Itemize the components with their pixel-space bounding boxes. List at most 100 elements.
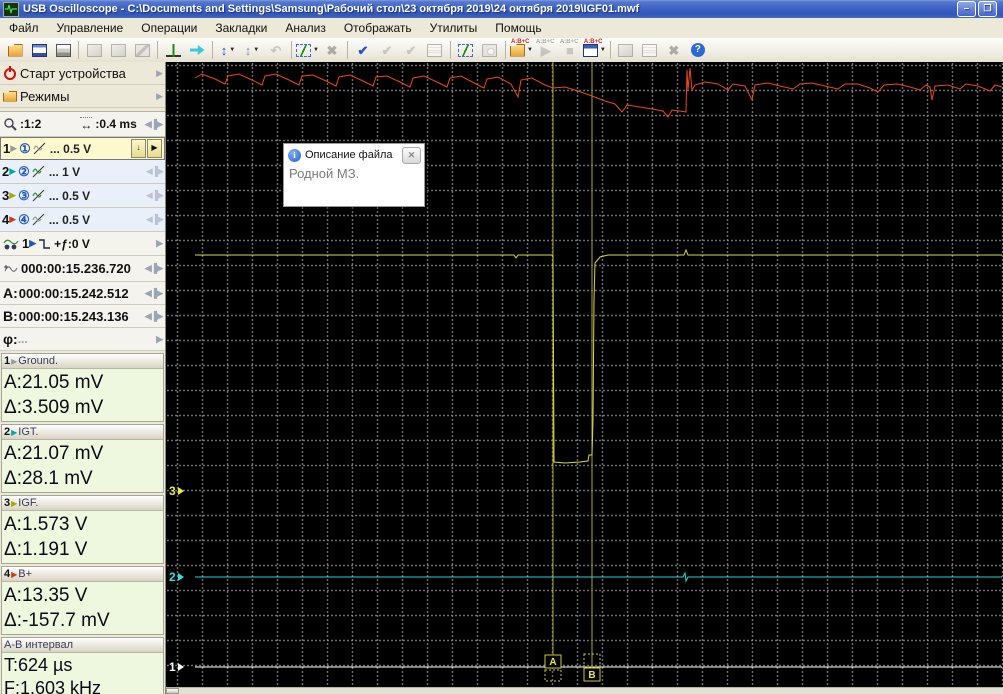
open-file-button[interactable] (4, 39, 26, 61)
device-start-button[interactable]: Старт устройства ▶ (0, 62, 165, 85)
menu-item-2[interactable]: Управление (48, 19, 133, 37)
accept-button[interactable]: ✔ (352, 39, 374, 61)
panel-header[interactable]: 2 ▶ IGT. (2, 425, 163, 440)
pan-mode-icon (189, 45, 205, 55)
dropdown-arrow-icon[interactable]: ▼ (527, 47, 533, 53)
result-wave-button (615, 39, 637, 61)
panel-value-1: A:21.05 mV (4, 372, 104, 393)
expand-arrow-icon[interactable]: ▶ (156, 91, 163, 102)
dropdown-arrow-icon[interactable]: ▼ (229, 47, 235, 53)
channel-row-1[interactable]: 1 ▶ ①... 0.5 V ↓ ▶ (0, 137, 165, 160)
panel-value-2: Δ:3.509 mV (4, 397, 104, 418)
script-window-button[interactable]: A:B+C ▼ (582, 39, 606, 61)
print-icon (55, 43, 71, 57)
channel-row-3[interactable]: 3 ▶ ③ ... 0.5 V ◀▐▶ (0, 184, 165, 208)
channel-scale-value[interactable]: ... 1 V (49, 165, 142, 179)
vertical-scale-shrink-button[interactable]: ↕ ▼ (241, 39, 263, 61)
dropdown-arrow-icon[interactable]: ▼ (313, 47, 319, 53)
channel-apply-button[interactable]: ↓ (131, 139, 146, 158)
phase-row: φ: ... ▶ (0, 328, 165, 351)
report-icon (427, 43, 443, 57)
channel-expand-button[interactable]: ▶ (147, 139, 162, 158)
vertical-scale-expand-button[interactable]: ↕ ▼ (217, 39, 239, 61)
select-region-icon (458, 43, 474, 57)
trigger-edge-icon (38, 238, 51, 250)
panel-header[interactable]: A-B интервал (2, 638, 163, 653)
modes-button[interactable]: Режимы ▶ (0, 85, 165, 108)
overlay-frames-button[interactable]: ▼ (296, 39, 319, 61)
save-file-button[interactable] (28, 39, 50, 61)
menu-item-7[interactable]: Утилиты (421, 19, 487, 37)
close-icon[interactable]: ✕ (402, 146, 421, 164)
channel4-b-plus-trace (194, 67, 1003, 118)
channel-number: 3 (2, 188, 10, 203)
pan-mode-button[interactable] (186, 39, 208, 61)
channel-row-2[interactable]: 2 ▶ ② ... 1 V ◀▐▶ (0, 160, 165, 184)
channel-row-4[interactable]: 4 ▶ ④ ... 0.5 V ◀▐▶ (0, 208, 165, 232)
step-arrows-icon[interactable]: ◀▐▶ (145, 288, 163, 299)
trace-marker-3[interactable]: 3 (169, 484, 176, 498)
step-arrows-icon[interactable]: ◀▐▶ (145, 119, 163, 130)
scope-display[interactable]: A B 3 2 1 i Описание файла ✕ Родной МЗ. (166, 62, 1003, 687)
panel-header[interactable]: 3 ▶ IGF. (2, 496, 163, 511)
expand-arrow-icon[interactable]: ▶ (156, 68, 163, 79)
menu-item-4[interactable]: Закладки (206, 19, 276, 37)
menu-item-8[interactable]: Помощь (486, 19, 550, 37)
time-per-div-value[interactable]: :0.4 ms (95, 117, 136, 131)
modes-folder-icon (3, 90, 17, 102)
scrollbar-button[interactable] (166, 688, 179, 694)
print-button[interactable] (52, 39, 74, 61)
help-button[interactable]: ? (687, 39, 709, 61)
panel-value-2: Δ:28.1 mV (4, 468, 93, 489)
spike-view-button[interactable] (162, 39, 184, 61)
trigger-level: +ƒ:0 V (54, 236, 90, 251)
channel2-igt-trace (195, 571, 1002, 583)
file-description-popup: i Описание файла ✕ Родной МЗ. (283, 143, 425, 207)
expand-arrow-icon[interactable]: ▶ (156, 334, 163, 345)
channel-coupling-icon (31, 213, 46, 226)
save-frame-icon (110, 43, 126, 57)
panel-channel-number: 1 (4, 355, 11, 367)
dropdown-arrow-icon[interactable]: ▼ (253, 47, 259, 53)
undo-icon: ↶ (270, 42, 282, 58)
menu-item-3[interactable]: Операции (132, 19, 206, 37)
channel-scale-value[interactable]: ... 0.5 V (49, 213, 142, 227)
channel-coupling-icon (32, 142, 47, 155)
zoom-region-icon (482, 43, 498, 57)
panel-header[interactable]: 1 ▶ Ground. (2, 354, 163, 369)
menu-item-1[interactable]: Файл (0, 19, 48, 37)
panel-value-2: Δ:-157.7 mV (4, 610, 110, 631)
dropdown-arrow-icon[interactable]: ▼ (600, 47, 606, 53)
sidebar: Старт устройства ▶ Режимы ▶ :1:2 ↔ :0.4 … (0, 62, 166, 694)
undo-button: ↶ (265, 39, 287, 61)
trace-marker-1[interactable]: 1 (169, 660, 176, 674)
accept-next-button: ✔ (400, 39, 422, 61)
trace-marker-2[interactable]: 2 (169, 570, 176, 584)
tools-icon (134, 43, 150, 57)
panel-header[interactable]: 4 ▶ B+ (2, 567, 163, 582)
step-arrows-icon[interactable]: ◀▐▶ (145, 311, 163, 322)
phase-label: φ: (3, 331, 18, 347)
minimize-button[interactable]: ‒ (957, 1, 976, 17)
horizontal-scrollbar[interactable] (166, 687, 1003, 694)
restore-button[interactable]: ❐ (978, 1, 997, 17)
script-open-button[interactable]: A:B+C ▼ (509, 39, 533, 61)
popup-title: Описание файла (305, 149, 393, 161)
menu-item-5[interactable]: Анализ (276, 19, 335, 37)
remove-frame-icon: ✖ (326, 42, 338, 58)
menu-item-6[interactable]: Отображать (335, 19, 421, 37)
step-arrows-icon[interactable]: ◀▐▶ (145, 263, 163, 274)
select-region-button[interactable] (455, 39, 477, 61)
panel-title: B+ (18, 568, 33, 580)
channel-scale-value[interactable]: ... 0.5 V (50, 142, 130, 156)
toolbar-separator (157, 41, 158, 59)
cursor-a-label: A: (3, 285, 18, 301)
channel-arrow-icon: ▶ (9, 214, 17, 224)
expand-arrow-icon[interactable]: ▶ (156, 238, 163, 249)
channel-scale-value[interactable]: ... 0.5 V (49, 189, 142, 203)
toolbar-separator (609, 41, 611, 59)
trigger-row[interactable]: 1 ▶ +ƒ:0 V ▶ (0, 232, 165, 256)
zoom-ratio-value[interactable]: :1:2 (20, 117, 41, 131)
channel-circled-number: ④ (18, 211, 30, 227)
accept-icon: ✔ (357, 42, 369, 58)
